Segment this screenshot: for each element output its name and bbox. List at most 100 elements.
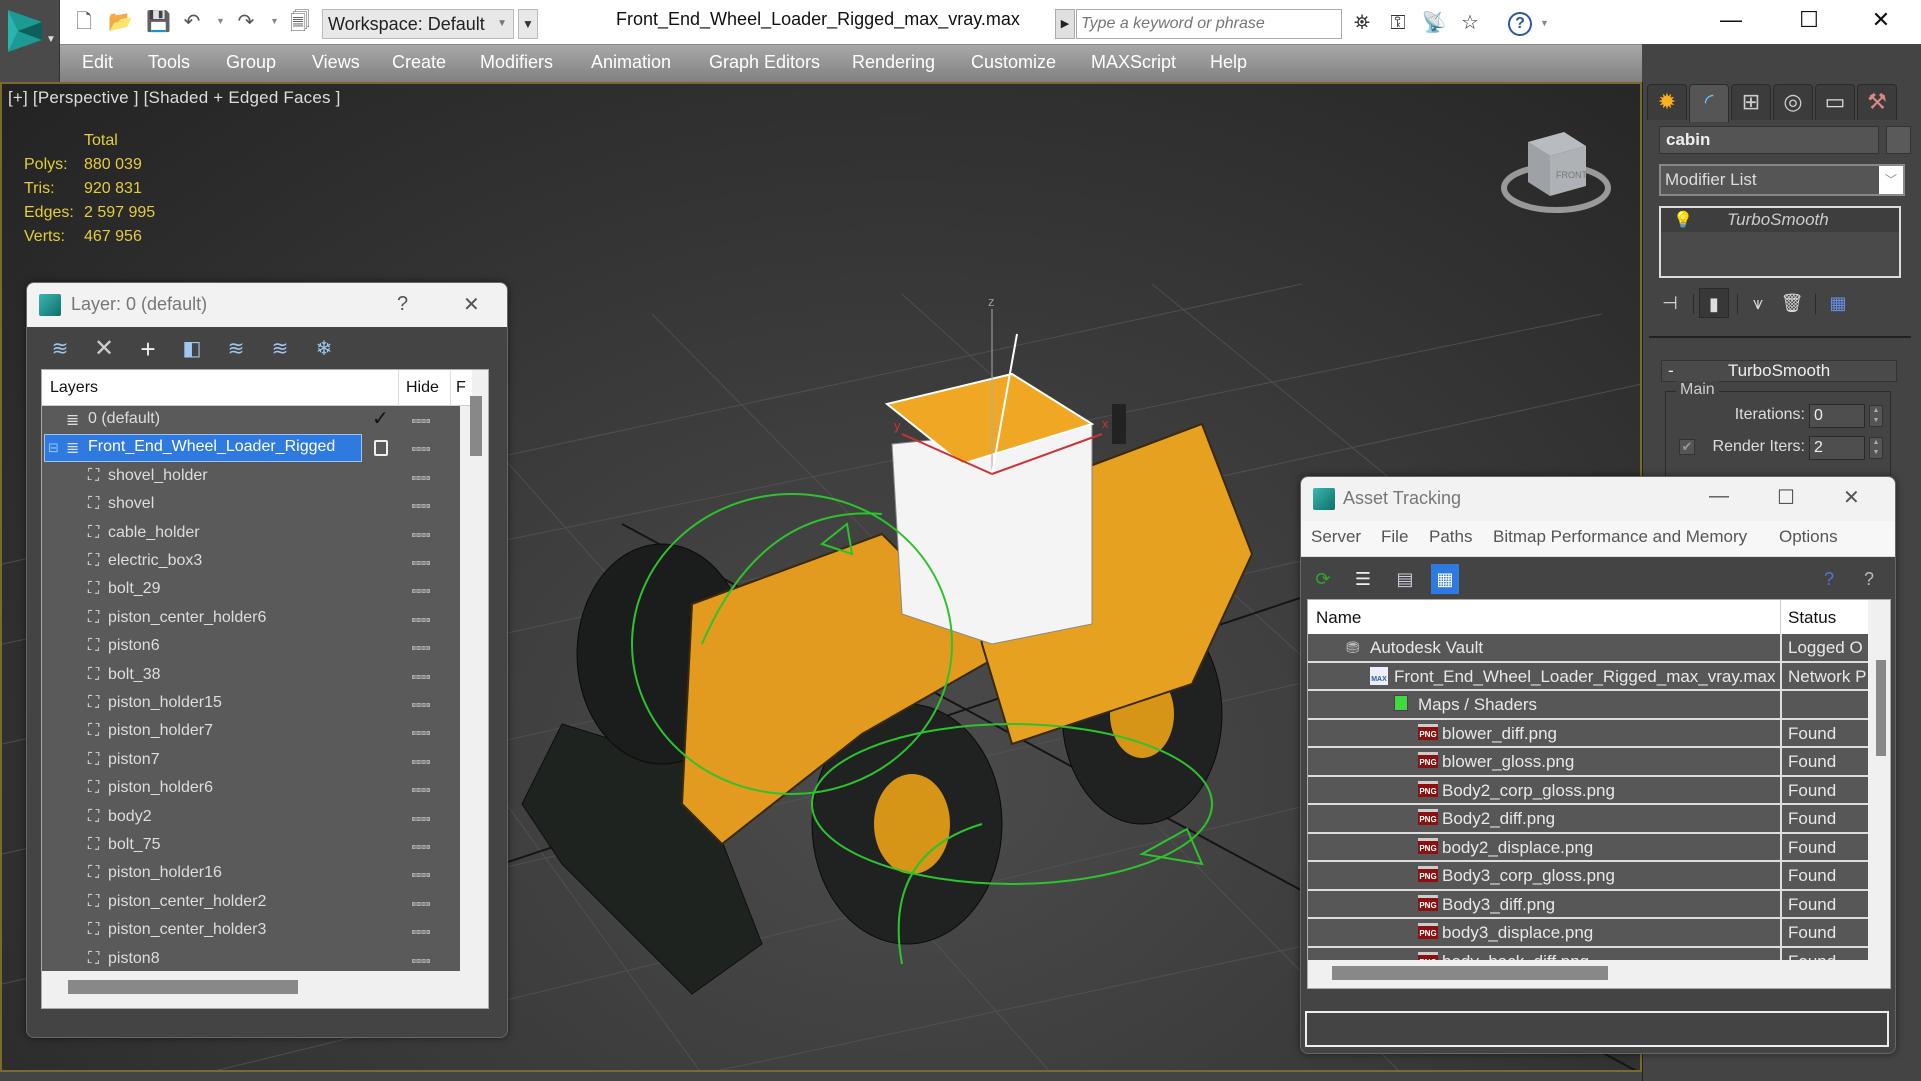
asset-row[interactable]: PNG Body3_diff.png Found — [1308, 890, 1868, 919]
menu-server[interactable]: Server — [1311, 527, 1361, 547]
hide-toggle[interactable] — [412, 703, 430, 707]
table-view-icon[interactable]: ▦ — [1431, 564, 1459, 594]
tab-motion[interactable]: ◎ — [1773, 84, 1813, 120]
context-help-icon[interactable]: ? — [1855, 564, 1883, 594]
minimize-button[interactable]: — — [1709, 485, 1729, 508]
close-button[interactable]: ✕ — [463, 292, 480, 317]
current-layer-checkmark-icon[interactable]: ✓ — [372, 406, 389, 431]
freeze-unfreeze-all-layers-icon[interactable]: ❄ — [309, 335, 339, 363]
menu-group[interactable]: Group — [226, 52, 276, 73]
hide-toggle[interactable] — [412, 816, 430, 821]
tab-utilities[interactable]: ⚒ — [1857, 84, 1897, 120]
create-new-layer-icon[interactable]: ≋ — [45, 335, 75, 363]
tree-view-icon[interactable]: ▤ — [1391, 564, 1419, 594]
redo-dropdown-icon[interactable]: ▼ — [270, 16, 279, 26]
asset-row[interactable]: PNG Body2_corp_gloss.png Found — [1308, 776, 1868, 805]
asset-row[interactable]: PNG blower_diff.png Found — [1308, 719, 1868, 748]
object-row[interactable]: ⛶ piston_holder6 — [42, 775, 460, 803]
asset-row[interactable]: PNG Body3_corp_gloss.png Found — [1308, 862, 1868, 891]
maximize-button[interactable]: ☐ — [1774, 0, 1844, 40]
binoculars-icon[interactable]: ⛯ — [1348, 10, 1376, 36]
object-row[interactable]: ⛶ piston_holder7 — [42, 718, 460, 746]
menu-animation[interactable]: Animation — [591, 52, 671, 73]
viewcube[interactable]: FRONT — [1500, 124, 1620, 224]
object-row[interactable]: ⛶ shovel_holder — [42, 463, 460, 491]
asset-table[interactable]: Name Status ⛃ Autodesk Vault Logged O MAX Fr… — [1307, 599, 1891, 989]
hide-toggle[interactable] — [412, 475, 430, 480]
configure-modifier-sets-icon[interactable]: ▦ — [1823, 288, 1853, 318]
save-icon[interactable]: 💾 — [146, 10, 171, 34]
menu-bitmap-performance[interactable]: Bitmap Performance and Memory — [1493, 527, 1747, 547]
asset-path-field[interactable] — [1305, 1011, 1889, 1047]
asset-row[interactable]: PNG Body2_diff.png Found — [1308, 805, 1868, 834]
menu-help[interactable]: Help — [1210, 52, 1247, 73]
menu-file[interactable]: File — [1381, 527, 1408, 547]
menu-paths[interactable]: Paths — [1429, 527, 1472, 547]
vertical-scrollbar[interactable] — [1876, 660, 1886, 756]
tab-modify[interactable]: ◜ — [1689, 84, 1729, 122]
viewport-label-menu[interactable]: [+] [Perspective ] [Shaded + Edged Faces… — [8, 88, 341, 108]
new-file-icon[interactable]: 🗋 — [72, 10, 96, 34]
modifier-list-dropdown[interactable]: Modifier List ﹀ — [1659, 164, 1905, 196]
tab-display[interactable]: ▭ — [1815, 84, 1855, 120]
asset-row[interactable]: PNG blower_gloss.png Found — [1308, 748, 1868, 777]
workspace-dropdown[interactable]: Workspace: Default ▼ — [322, 9, 514, 39]
menu-maxscript[interactable]: MAXScript — [1091, 52, 1176, 73]
menu-tools[interactable]: Tools — [148, 52, 190, 73]
add-to-layer-icon[interactable]: + — [133, 335, 163, 363]
turbosmooth-rollout-header[interactable]: - TurboSmooth — [1661, 360, 1897, 382]
hide-toggle[interactable] — [412, 646, 430, 651]
menu-create[interactable]: Create — [392, 52, 446, 73]
highlight-selected-layer-icon[interactable]: ≋ — [221, 335, 251, 363]
hide-toggle[interactable] — [412, 873, 430, 878]
object-row[interactable]: ⛶ piston7 — [42, 747, 460, 775]
object-row[interactable]: ⛶ piston8 — [42, 946, 460, 971]
favorites-star-icon[interactable]: ☆ — [1456, 10, 1484, 36]
layer-row[interactable]: ≣ 0 (default) ✓ — [42, 406, 460, 434]
object-row[interactable]: ⛶ cable_holder — [42, 520, 460, 548]
make-unique-icon[interactable]: ⩛ — [1743, 288, 1773, 318]
select-objects-in-layer-icon[interactable]: ◧ — [177, 335, 207, 363]
menu-customize[interactable]: Customize — [971, 52, 1056, 73]
render-iters-checkbox[interactable]: ✔ — [1679, 439, 1695, 455]
menu-graph-editors[interactable]: Graph Editors — [709, 52, 820, 73]
asset-row[interactable]: ⛃ Autodesk Vault Logged O — [1308, 634, 1868, 663]
render-iters-field[interactable]: 2 — [1809, 436, 1865, 460]
lightbulb-icon[interactable]: 💡 — [1673, 210, 1693, 230]
dialog-titlebar[interactable]: Layer: 0 (default) ? ✕ — [27, 283, 507, 327]
maximize-button[interactable]: ☐ — [1777, 485, 1795, 510]
hide-toggle[interactable] — [412, 930, 430, 935]
horizontal-scrollbar[interactable] — [68, 980, 298, 994]
customize-quick-access-button[interactable]: ▼ — [518, 9, 538, 39]
object-color-swatch[interactable] — [1886, 126, 1911, 154]
object-row[interactable]: ⛶ shovel — [42, 491, 460, 519]
column-layers[interactable]: Layers — [50, 379, 98, 397]
search-input[interactable] — [1076, 9, 1342, 39]
object-row[interactable]: ⛶ piston_center_holder3 — [42, 917, 460, 945]
collapse-toggle-icon[interactable]: ⊟ — [48, 440, 59, 456]
object-row[interactable]: ⛶ piston6 — [42, 633, 460, 661]
undo-icon[interactable]: ↶ — [180, 10, 204, 34]
hide-toggle[interactable] — [412, 731, 430, 736]
asset-row[interactable]: PNG body2_displace.png Found — [1308, 833, 1868, 862]
list-view-icon[interactable]: ☰ — [1349, 564, 1377, 594]
column-freeze[interactable]: F — [456, 379, 466, 397]
undo-dropdown-icon[interactable]: ▼ — [216, 16, 225, 26]
set-current-layer-box[interactable] — [374, 440, 388, 457]
hide-toggle[interactable] — [412, 532, 430, 537]
project-folder-icon[interactable]: 🗐 — [288, 10, 312, 34]
tab-hierarchy[interactable]: ⊞ — [1731, 84, 1771, 120]
column-hide[interactable]: Hide — [406, 379, 439, 397]
object-name-field[interactable]: cabin — [1659, 126, 1879, 154]
object-row[interactable]: ⛶ bolt_29 — [42, 576, 460, 604]
asset-row[interactable]: PNG body_back_diff.png Found — [1308, 947, 1868, 960]
key-icon[interactable]: ⚿ — [1384, 10, 1412, 36]
object-row[interactable]: ⛶ electric_box3 — [42, 548, 460, 576]
asset-row[interactable]: PNG body3_displace.png Found — [1308, 919, 1868, 948]
object-row[interactable]: ⛶ body2 — [42, 804, 460, 832]
object-row[interactable]: ⛶ bolt_75 — [42, 832, 460, 860]
hide-toggle[interactable] — [412, 958, 430, 963]
column-name[interactable]: Name — [1316, 608, 1361, 628]
menu-modifiers[interactable]: Modifiers — [480, 52, 553, 73]
search-expand-button[interactable]: ▶ — [1055, 9, 1075, 39]
